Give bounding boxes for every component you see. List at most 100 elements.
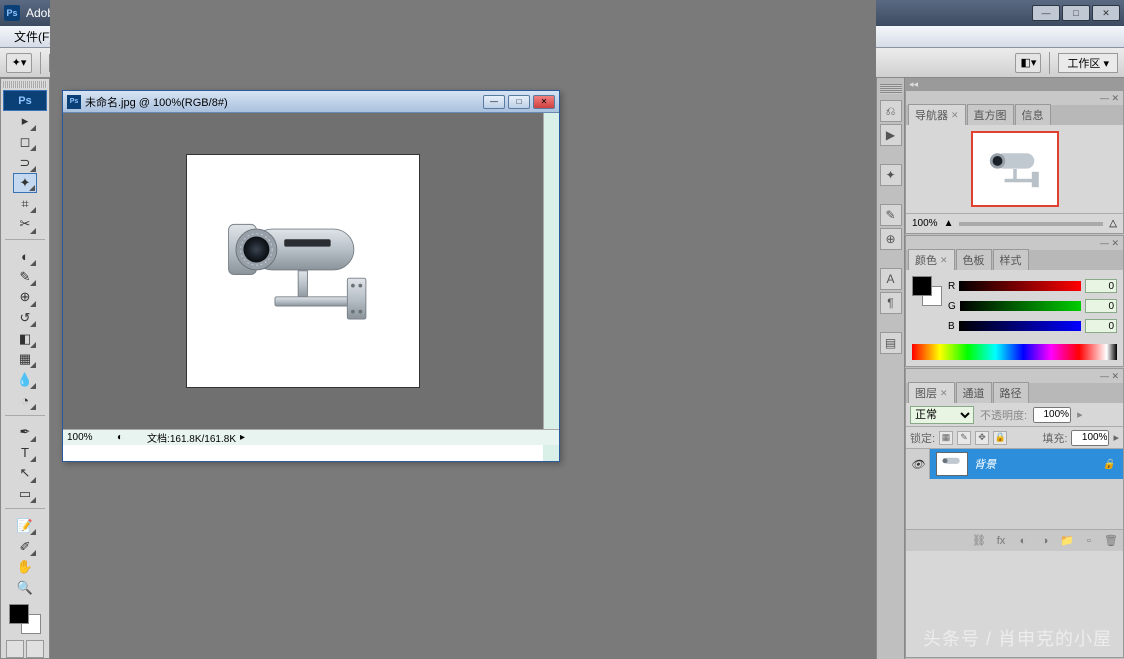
dock-actions-icon[interactable]: ▶ xyxy=(880,124,902,146)
tab-layers[interactable]: 图层✕ xyxy=(908,382,955,403)
current-tool-icon[interactable]: ✦▾ xyxy=(6,53,32,73)
group-icon[interactable]: 📁 xyxy=(1059,534,1075,547)
g-input[interactable] xyxy=(1085,299,1117,313)
nav-zoom-in[interactable]: △ xyxy=(1109,218,1117,229)
notes-tool[interactable]: 📝 xyxy=(13,516,37,537)
magic-wand-tool[interactable]: ✦ xyxy=(13,173,37,194)
doc-close[interactable]: ✕ xyxy=(533,95,555,109)
panel-min2[interactable]: — ✕ xyxy=(1100,238,1119,249)
fill-input[interactable] xyxy=(1071,430,1109,446)
new-layer-icon[interactable]: ▫ xyxy=(1081,535,1097,547)
doc-vscroll[interactable] xyxy=(543,113,559,429)
nav-zoom-value[interactable]: 100% xyxy=(912,218,938,229)
nav-zoom-out[interactable]: ▲ xyxy=(944,218,954,229)
lock-paint[interactable]: ✎ xyxy=(957,431,971,445)
blend-mode-select[interactable]: 正常 xyxy=(910,406,974,424)
doc-maximize[interactable]: □ xyxy=(508,95,530,109)
lock-all[interactable]: 🔒 xyxy=(993,431,1007,445)
canvas-area[interactable] xyxy=(63,113,543,429)
delete-layer-icon[interactable]: 🗑 xyxy=(1103,534,1119,547)
doc-resize-handle[interactable] xyxy=(543,445,559,461)
link-layers-icon[interactable]: ⛓ xyxy=(971,534,987,547)
panel-dock: ⎌ ▶ ✦ ✎ ⊕ A ¶ ▤ xyxy=(876,78,904,659)
eraser-tool[interactable]: ◧ xyxy=(13,328,37,349)
panels-header[interactable]: ◂◂ xyxy=(905,78,1124,90)
healing-tool[interactable]: ◐ xyxy=(13,246,37,267)
dock-char-icon[interactable]: A xyxy=(880,268,902,290)
slice-tool[interactable]: ✂ xyxy=(13,214,37,235)
tab-swatches[interactable]: 色板 xyxy=(956,249,992,270)
nav-slider[interactable] xyxy=(959,222,1103,226)
doc-icon: Ps xyxy=(67,95,81,109)
color-spectrum[interactable] xyxy=(912,344,1117,360)
layers-footer: ⛓ fx ◐ ◑ 📁 ▫ 🗑 xyxy=(906,529,1123,551)
hand-tool[interactable]: ✋ xyxy=(13,557,37,578)
type-tool[interactable]: T xyxy=(13,443,37,464)
move-tool[interactable]: ▸ xyxy=(13,111,37,132)
gradient-tool[interactable]: ▦ xyxy=(13,349,37,370)
tab-navigator[interactable]: 导航器✕ xyxy=(908,104,966,125)
eyedropper-tool[interactable]: ✐ xyxy=(13,536,37,557)
dock-tool-presets-icon[interactable]: ✦ xyxy=(880,164,902,186)
canvas[interactable] xyxy=(186,154,420,388)
b-input[interactable] xyxy=(1085,319,1117,333)
dock-para-icon[interactable]: ¶ xyxy=(880,292,902,314)
navigator-thumb[interactable] xyxy=(971,131,1059,207)
marquee-tool[interactable]: ◻ xyxy=(13,132,37,153)
layer-visibility-icon[interactable]: 👁 xyxy=(906,449,930,479)
tab-styles[interactable]: 样式 xyxy=(993,249,1029,270)
tab-histogram[interactable]: 直方图 xyxy=(967,104,1014,125)
r-slider[interactable] xyxy=(959,281,1081,291)
standard-mode[interactable] xyxy=(6,640,24,658)
panels-column: ◂◂ — ✕ 导航器✕ 直方图 信息 100% ▲ △ xyxy=(904,78,1124,659)
layer-thumb[interactable] xyxy=(936,452,968,476)
lock-move[interactable]: ✥ xyxy=(975,431,989,445)
quickmask-mode[interactable] xyxy=(26,640,44,658)
lasso-tool[interactable]: ⊃ xyxy=(13,152,37,173)
zoom-value[interactable]: 100% xyxy=(67,432,117,443)
shape-tool[interactable]: ▭ xyxy=(13,484,37,505)
layer-background[interactable]: 👁 背景 🔒 xyxy=(906,449,1123,479)
blur-tool[interactable]: 💧 xyxy=(13,369,37,390)
panel-min3[interactable]: — ✕ xyxy=(1100,371,1119,382)
crop-tool[interactable]: ⌗ xyxy=(13,193,37,214)
r-input[interactable] xyxy=(1085,279,1117,293)
layer-fx-icon[interactable]: fx xyxy=(993,535,1009,547)
lock-trans[interactable]: ▦ xyxy=(939,431,953,445)
pen-tool[interactable]: ✒ xyxy=(13,422,37,443)
layer-mask-icon[interactable]: ◐ xyxy=(1015,535,1031,547)
history-brush-tool[interactable]: ↺ xyxy=(13,308,37,329)
dock-brushes-icon[interactable]: ✎ xyxy=(880,204,902,226)
tab-channels[interactable]: 通道 xyxy=(956,382,992,403)
close-button[interactable]: ✕ xyxy=(1092,5,1120,21)
dock-layercomps-icon[interactable]: ▤ xyxy=(880,332,902,354)
brush-preset-icon[interactable]: ◧▾ xyxy=(1015,53,1041,73)
ps-logo: Ps xyxy=(3,90,47,111)
dodge-tool[interactable]: ◔ xyxy=(13,390,37,411)
workspace-dropdown[interactable]: 工作区 ▾ xyxy=(1058,53,1118,73)
dock-grip[interactable] xyxy=(880,84,902,94)
brush-tool[interactable]: ✎ xyxy=(13,267,37,288)
dock-clone-icon[interactable]: ⊕ xyxy=(880,228,902,250)
tab-info[interactable]: 信息 xyxy=(1015,104,1051,125)
doc-minimize[interactable]: — xyxy=(483,95,505,109)
opacity-input[interactable] xyxy=(1033,407,1071,423)
tab-paths[interactable]: 路径 xyxy=(993,382,1029,403)
dock-history-icon[interactable]: ⎌ xyxy=(880,100,902,122)
maximize-button[interactable]: □ xyxy=(1062,5,1090,21)
g-slider[interactable] xyxy=(960,301,1081,311)
color-swatch-pair[interactable] xyxy=(912,276,942,306)
path-select-tool[interactable]: ↖ xyxy=(13,463,37,484)
fg-color-swatch[interactable] xyxy=(9,604,29,624)
layer-name: 背景 xyxy=(974,456,996,472)
document-titlebar[interactable]: Ps 未命名.jpg @ 100%(RGB/8#) — □ ✕ xyxy=(63,91,559,113)
minimize-button[interactable]: — xyxy=(1032,5,1060,21)
adjustment-layer-icon[interactable]: ◑ xyxy=(1037,535,1053,547)
panel-min[interactable]: — ✕ xyxy=(1100,93,1119,104)
color-swatches[interactable] xyxy=(9,604,41,634)
b-slider[interactable] xyxy=(959,321,1081,331)
tab-color[interactable]: 颜色✕ xyxy=(908,249,955,270)
zoom-tool[interactable]: 🔍 xyxy=(13,577,37,598)
stamp-tool[interactable]: ⊕ xyxy=(13,287,37,308)
toolbox-grip[interactable] xyxy=(3,81,47,88)
